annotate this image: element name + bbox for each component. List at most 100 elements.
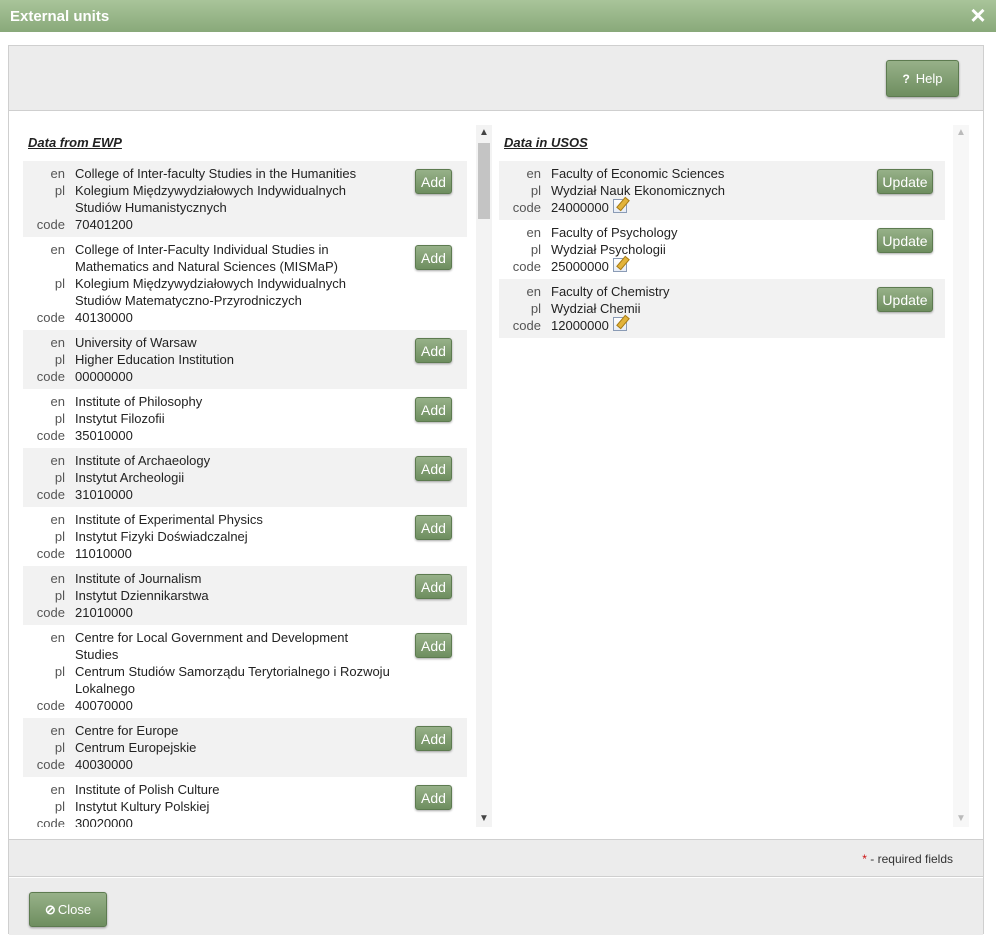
list-item: en Institute of Journalism pl Instytut Dzie…	[23, 566, 467, 625]
code-field: code 40030000	[23, 756, 467, 773]
add-button[interactable]: Add	[415, 515, 452, 540]
code-value: 11010000	[75, 546, 132, 561]
code-value: 31010000	[75, 487, 133, 502]
code-value: 40130000	[75, 310, 133, 325]
code-label: code	[36, 546, 65, 561]
code-label: code	[36, 217, 65, 232]
edit-icon[interactable]	[612, 199, 627, 213]
update-button[interactable]: Update	[877, 228, 933, 253]
code-label: code	[36, 428, 65, 443]
code-field: code 40130000	[23, 309, 467, 326]
en-label: en	[526, 225, 541, 240]
en-name: Faculty of Chemistry	[551, 284, 670, 299]
pl-field: Studiów Humanistycznych	[23, 199, 467, 216]
add-button[interactable]: Add	[415, 726, 452, 751]
en-name: Institute of Polish Culture	[75, 782, 220, 797]
add-button[interactable]: Add	[415, 169, 452, 194]
pl-name: Instytut Kultury Polskiej	[75, 799, 210, 814]
cancel-icon: ⊘	[44, 901, 56, 917]
pl-name: Instytut Archeologii	[75, 470, 185, 485]
en-label: en	[50, 571, 65, 586]
en-field: Mathematics and Natural Sciences (MISMaP…	[23, 258, 467, 275]
en-label: en	[50, 242, 65, 257]
update-button[interactable]: Update	[877, 169, 933, 194]
close-label: Close	[57, 902, 92, 917]
dialog-titlebar: External units ×	[0, 0, 996, 32]
code-value-wrap: 00000000	[75, 368, 395, 385]
pl-label: pl	[54, 588, 65, 603]
add-button[interactable]: Add	[415, 574, 452, 599]
en-label: en	[50, 335, 65, 350]
pl-label: pl	[530, 242, 541, 257]
code-label: code	[512, 259, 541, 274]
pl-field: pl Higher Education Institution	[23, 351, 467, 368]
code-field: code 40070000	[23, 697, 467, 714]
dialog-body: ? Help Data from EWP en College of Inter-…	[8, 45, 984, 935]
code-field: code 31010000	[23, 486, 467, 503]
pl-name: Higher Education Institution	[75, 352, 234, 367]
en-field: en Institute of Philosophy	[23, 393, 467, 410]
close-button[interactable]: ⊘ Close	[29, 892, 107, 927]
pl-field: pl Kolegium Międzywydziałowych Indywidual…	[23, 275, 467, 292]
pl-field: pl Centrum Europejskie	[23, 739, 467, 756]
list-item: en Centre for Europe pl Centrum Europejskie…	[23, 718, 467, 777]
add-button[interactable]: Add	[415, 456, 452, 481]
list-item: en Centre for Local Government and Develo…	[23, 625, 467, 718]
pl-label: pl	[54, 664, 65, 679]
dialog-title: External units	[10, 7, 110, 25]
add-button[interactable]: Add	[415, 785, 452, 810]
usos-scrollbar[interactable]: ▲ ▼	[953, 125, 969, 827]
scroll-down-icon[interactable]: ▼	[953, 811, 969, 827]
code-value-wrap: 40030000	[75, 756, 395, 773]
list-item: en Faculty of Chemistry pl Wydział Chemii co…	[499, 279, 945, 338]
ewp-scrollbar[interactable]: ▲ ▼	[476, 125, 492, 827]
pl-field: Studiów Matematyczno-Przyrodniczych	[23, 292, 467, 309]
toolbar: ? Help	[9, 46, 983, 111]
code-field: code 25000000	[499, 258, 945, 275]
en-field: en College of Inter-faculty Studies in th…	[23, 165, 467, 182]
en-name: Faculty of Economic Sciences	[551, 166, 725, 181]
en-label	[23, 258, 75, 275]
pl-label: pl	[54, 740, 65, 755]
en-label: en	[526, 284, 541, 299]
add-button[interactable]: Add	[415, 338, 452, 363]
code-value: 40070000	[75, 698, 133, 713]
required-note: * - required fields	[862, 852, 953, 866]
scroll-down-icon[interactable]: ▼	[476, 811, 492, 827]
scroll-up-icon[interactable]: ▲	[953, 125, 969, 141]
en-label: en	[50, 166, 65, 181]
bottom-bar: ⊘ Close	[9, 878, 983, 935]
pl-name: Studiów Humanistycznych	[75, 200, 227, 215]
code-field: code 12000000	[499, 317, 945, 334]
code-value-wrap: 40130000	[75, 309, 395, 326]
add-button[interactable]: Add	[415, 397, 452, 422]
pl-name: Wydział Nauk Ekonomicznych	[551, 183, 726, 198]
code-label: code	[36, 605, 65, 620]
list-item: en Faculty of Economic Sciences pl Wydział …	[499, 161, 945, 220]
code-value: 35010000	[75, 428, 133, 443]
pl-label: pl	[54, 276, 65, 291]
pl-label: pl	[530, 183, 541, 198]
edit-icon[interactable]	[612, 258, 627, 272]
help-button[interactable]: ? Help	[886, 60, 959, 97]
ewp-panel: Data from EWP en College of Inter-faculty…	[23, 125, 467, 827]
close-icon[interactable]: ×	[966, 2, 990, 28]
pl-label: pl	[54, 799, 65, 814]
pl-name: Lokalnego	[75, 681, 135, 696]
pl-label: pl	[54, 411, 65, 426]
add-button[interactable]: Add	[415, 245, 452, 270]
update-button[interactable]: Update	[877, 287, 933, 312]
en-name: Faculty of Psychology	[551, 225, 678, 240]
en-label: en	[50, 782, 65, 797]
scroll-thumb[interactable]	[478, 143, 490, 219]
add-button[interactable]: Add	[415, 633, 452, 658]
usos-panel-header: Data in USOS	[504, 135, 588, 150]
list-item: en Institute of Philosophy pl Instytut Filo…	[23, 389, 467, 448]
code-value-wrap: 30020000	[75, 815, 395, 827]
code-value: 70401200	[75, 217, 133, 232]
en-name: Centre for Europe	[75, 723, 179, 738]
en-name: Institute of Journalism	[75, 571, 202, 586]
scroll-up-icon[interactable]: ▲	[476, 125, 492, 141]
pl-label: pl	[54, 529, 65, 544]
edit-icon[interactable]	[612, 317, 627, 331]
